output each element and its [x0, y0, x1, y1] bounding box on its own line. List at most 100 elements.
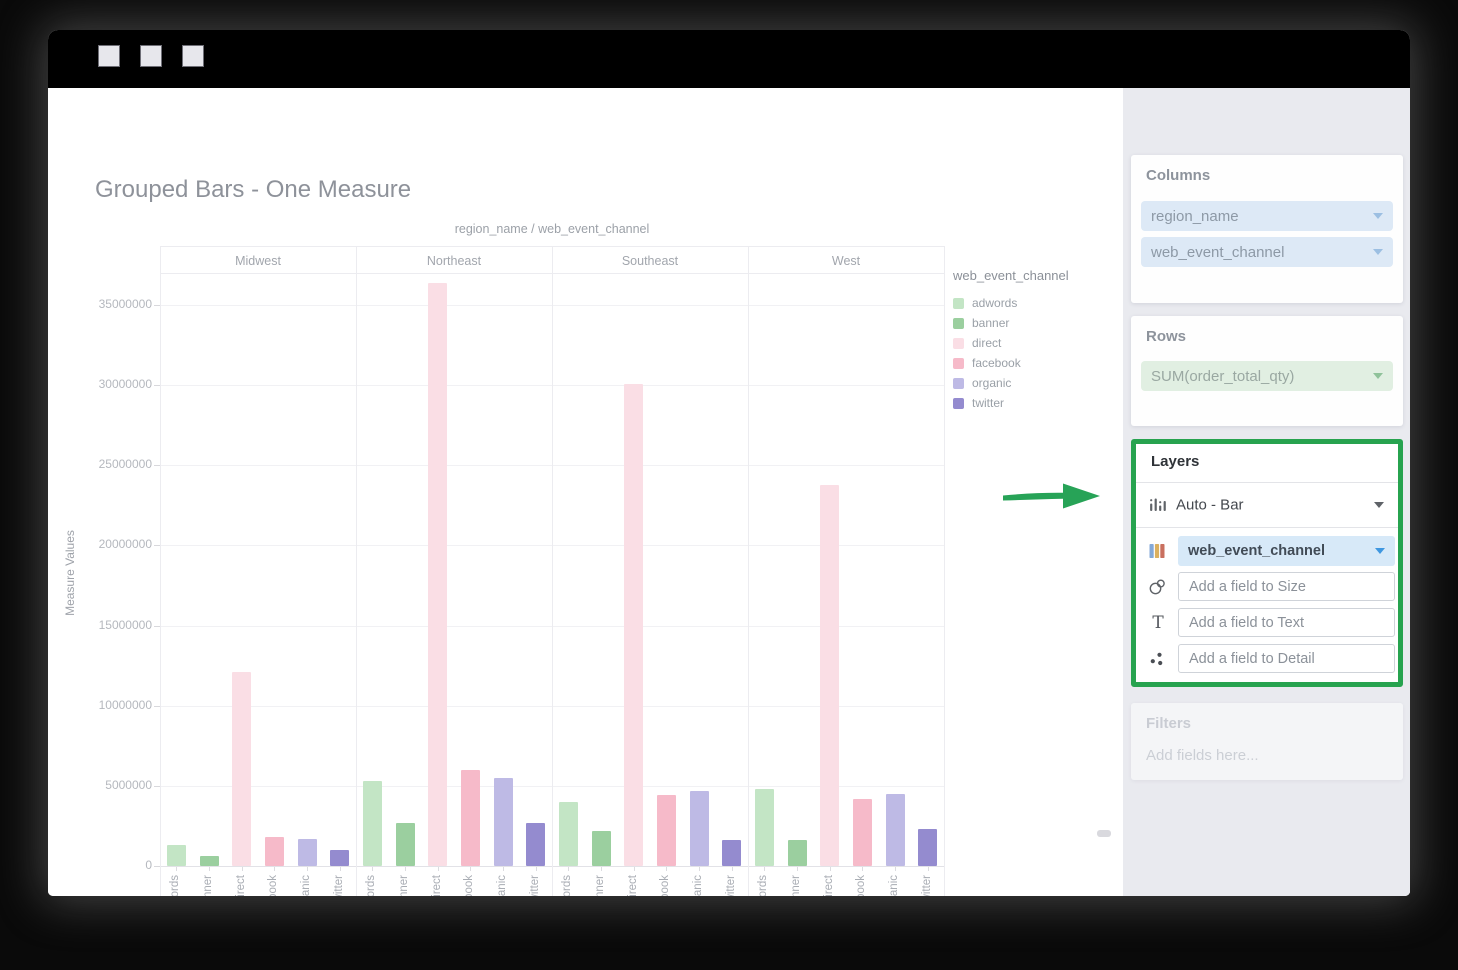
legend-item[interactable]: twitter: [953, 393, 1069, 413]
chevron-down-icon[interactable]: [1373, 373, 1383, 379]
legend-item-label: organic: [972, 376, 1011, 390]
color-bars-icon: [1149, 543, 1165, 559]
detail-field-drop[interactable]: Add a field to Detail: [1178, 644, 1395, 673]
x-tick-label: banner: [398, 875, 410, 896]
y-tick-label: 20000000: [86, 537, 152, 551]
y-tick-label: 35000000: [86, 297, 152, 311]
x-tick-label: adwords: [757, 875, 769, 896]
facet-separator: [748, 246, 749, 896]
text-field-drop[interactable]: Add a field to Text: [1178, 608, 1395, 637]
bar-northeast-organic[interactable]: [494, 778, 513, 866]
bar-west-direct[interactable]: [820, 485, 839, 866]
bar-west-banner[interactable]: [788, 840, 807, 866]
field-label: web_event_channel: [1151, 244, 1284, 261]
bar-southeast-facebook[interactable]: [657, 795, 676, 866]
bar-west-twitter[interactable]: [918, 829, 937, 866]
y-axis: 0500000010000000150000002000000025000000…: [48, 246, 160, 896]
bar-southeast-adwords[interactable]: [559, 802, 578, 866]
bar-southeast-direct[interactable]: [624, 384, 643, 866]
bar-west-adwords[interactable]: [755, 789, 774, 866]
bar-northeast-banner[interactable]: [396, 823, 415, 866]
chevron-down-icon[interactable]: [1373, 213, 1383, 219]
layers-panel: Layers Auto - Bar: [1131, 439, 1403, 687]
legend-items: adwords banner direct facebook organic twitte…: [953, 293, 1069, 413]
bar-midwest-direct[interactable]: [232, 672, 251, 866]
chevron-down-icon[interactable]: [1374, 502, 1384, 508]
bar-midwest-banner[interactable]: [200, 856, 219, 866]
x-tick-label: direct: [823, 875, 835, 896]
scrollbar-thumb[interactable]: [1097, 830, 1111, 837]
x-tick-label: banner: [202, 875, 214, 896]
layer-type-label: Auto - Bar: [1176, 497, 1244, 514]
legend-item-label: banner: [972, 316, 1009, 330]
color-field-label: web_event_channel: [1188, 543, 1325, 559]
y-tick-label: 25000000: [86, 457, 152, 471]
bar-southeast-banner[interactable]: [592, 831, 611, 866]
chevron-down-icon[interactable]: [1375, 548, 1385, 554]
legend-item-label: direct: [972, 336, 1001, 350]
bar-southeast-organic[interactable]: [690, 791, 709, 866]
x-tick-label: twitter: [529, 875, 541, 896]
text-field-row: T Add a field to Text: [1136, 608, 1398, 637]
legend-swatch-icon: [953, 398, 964, 409]
x-tick-label: twitter: [725, 875, 737, 896]
bar-midwest-facebook[interactable]: [265, 837, 284, 866]
bar-midwest-organic[interactable]: [298, 839, 317, 866]
x-tick: [568, 867, 569, 871]
bar-midwest-twitter[interactable]: [330, 850, 349, 866]
annotation-arrow-icon: [1001, 479, 1103, 513]
window-control-square[interactable]: [182, 45, 204, 67]
columns-panel-title: Columns: [1146, 167, 1210, 184]
legend-item[interactable]: organic: [953, 373, 1069, 393]
layer-type-row[interactable]: Auto - Bar: [1136, 483, 1398, 527]
legend-item[interactable]: adwords: [953, 293, 1069, 313]
facet-label: Southeast: [552, 254, 748, 268]
bar-northeast-facebook[interactable]: [461, 770, 480, 866]
x-tick-label: adwords: [561, 875, 573, 896]
legend-title: web_event_channel: [953, 268, 1069, 283]
divider: [1136, 527, 1398, 528]
x-tick: [601, 867, 602, 871]
x-tick: [764, 867, 765, 871]
filters-drop-placeholder[interactable]: Add fields here...: [1146, 747, 1259, 764]
bar-northeast-direct[interactable]: [428, 283, 447, 866]
window-control-square[interactable]: [98, 45, 120, 67]
legend-swatch-icon: [953, 318, 964, 329]
screenshot-stage: Grouped Bars - One Measure region_name /…: [0, 0, 1458, 970]
row-field-sum-order-total-qty[interactable]: SUM(order_total_qty): [1141, 361, 1393, 391]
size-field-drop[interactable]: Add a field to Size: [1178, 572, 1395, 601]
layers-panel-title: Layers: [1151, 453, 1199, 470]
column-field-web-event-channel[interactable]: web_event_channel: [1141, 237, 1393, 267]
legend-item[interactable]: direct: [953, 333, 1069, 353]
x-tick-label: direct: [627, 875, 639, 896]
x-tick-label: adwords: [169, 875, 181, 896]
bar-west-facebook[interactable]: [853, 799, 872, 866]
chevron-down-icon[interactable]: [1373, 249, 1383, 255]
legend-swatch-icon: [953, 378, 964, 389]
field-label: region_name: [1151, 208, 1239, 225]
x-tick-label: organic: [692, 875, 704, 896]
legend-item[interactable]: banner: [953, 313, 1069, 333]
chart-title: Grouped Bars - One Measure: [95, 176, 411, 204]
window-control-square[interactable]: [140, 45, 162, 67]
legend-item[interactable]: facebook: [953, 353, 1069, 373]
column-field-region-name[interactable]: region_name: [1141, 201, 1393, 231]
legend-swatch-icon: [953, 298, 964, 309]
bar-northeast-twitter[interactable]: [526, 823, 545, 866]
bar-northeast-adwords[interactable]: [363, 781, 382, 866]
x-tick: [470, 867, 471, 871]
field-label: SUM(order_total_qty): [1151, 368, 1294, 385]
columns-panel: Columns region_name web_event_channel: [1131, 155, 1403, 303]
bar-midwest-adwords[interactable]: [167, 845, 186, 866]
facet-separator: [552, 246, 553, 896]
x-tick-label: direct: [431, 875, 443, 896]
x-tick: [536, 867, 537, 871]
color-field-pill[interactable]: web_event_channel: [1178, 536, 1395, 566]
x-tick: [699, 867, 700, 871]
text-T-icon: T: [1149, 614, 1167, 632]
bar-southeast-twitter[interactable]: [722, 840, 741, 866]
size-circles-icon: [1149, 578, 1166, 595]
facet-label: Northeast: [356, 254, 552, 268]
bar-west-organic[interactable]: [886, 794, 905, 866]
facet-separator: [944, 246, 945, 896]
